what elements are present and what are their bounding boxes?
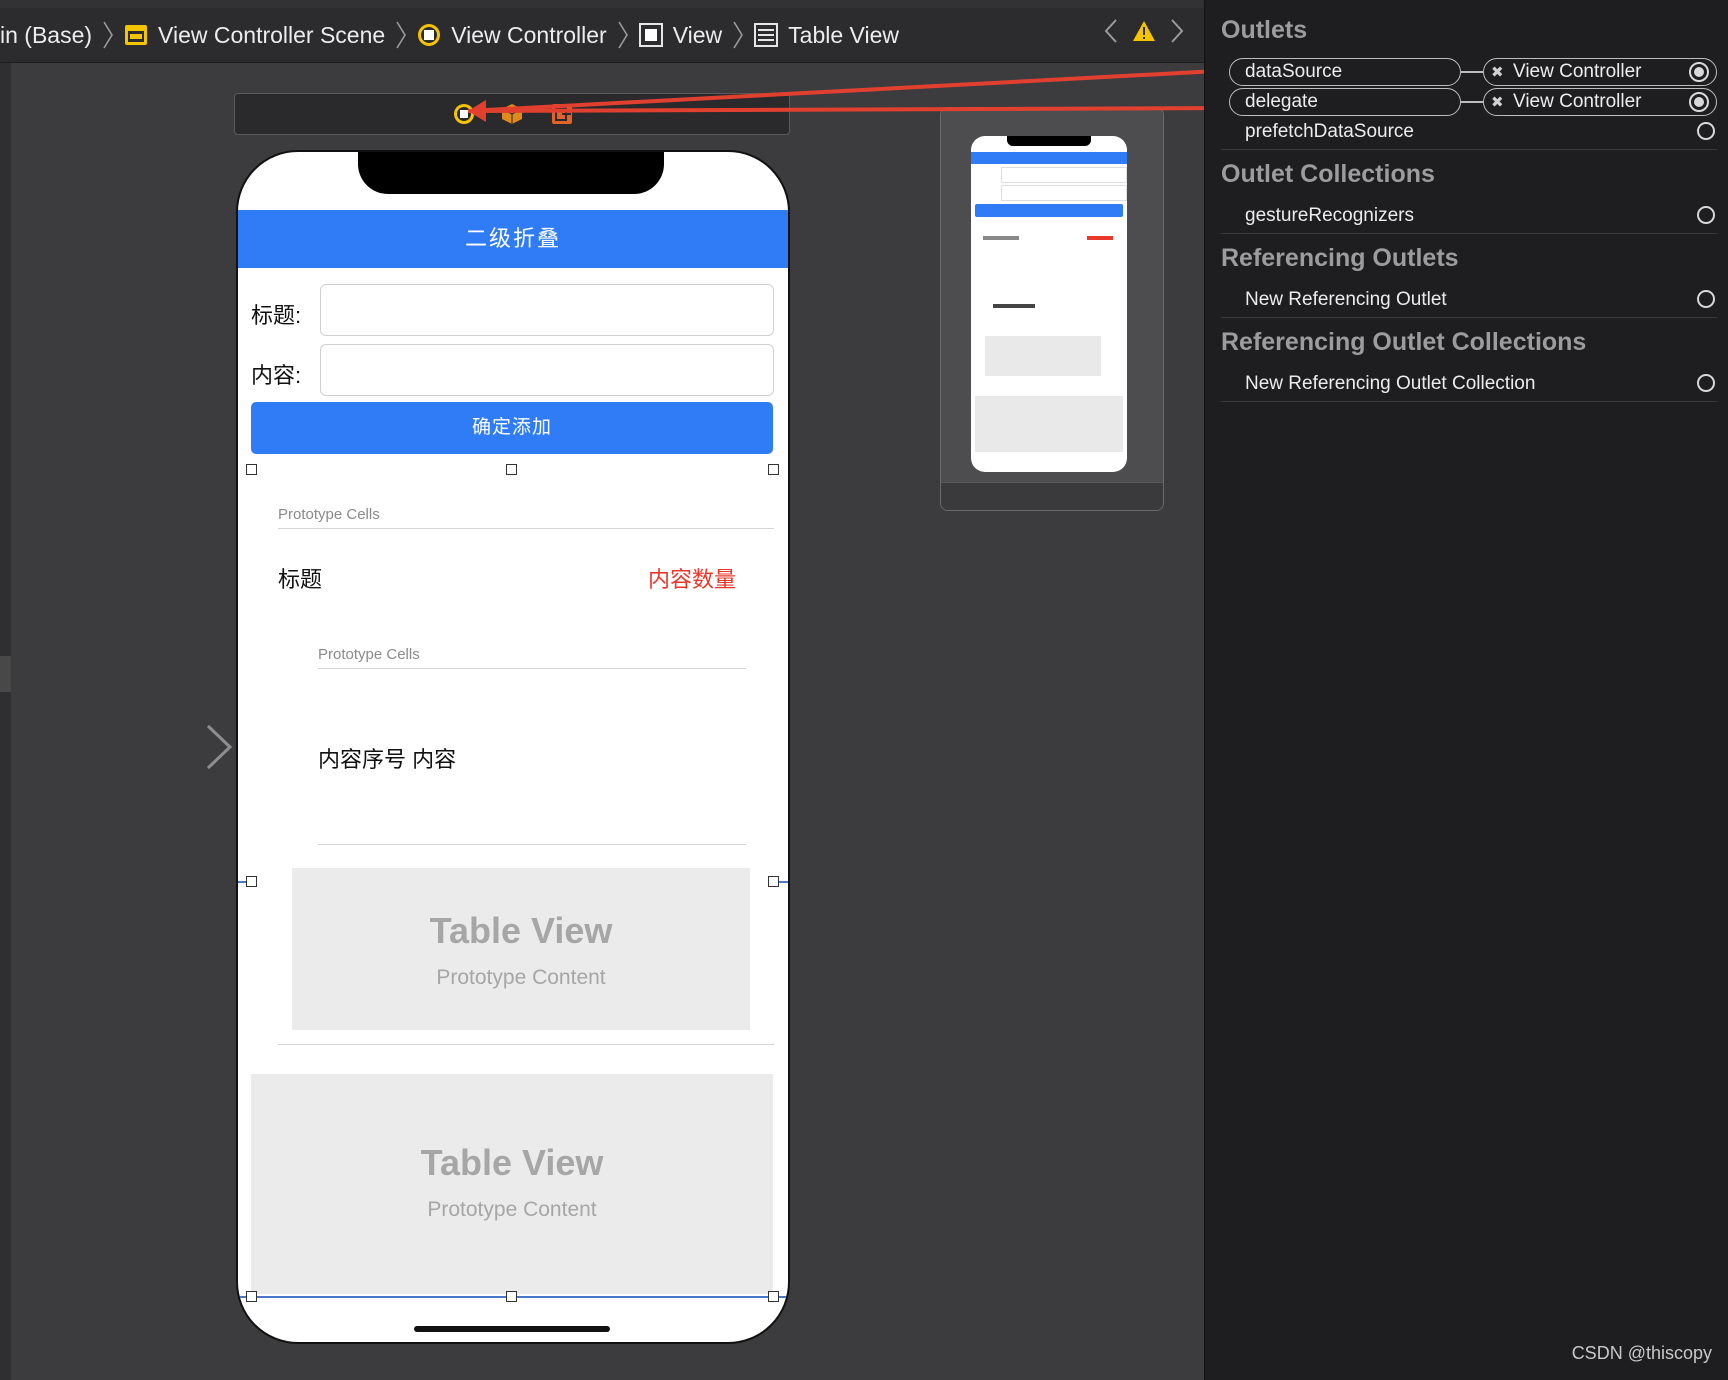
- cell-title-label: 标题: [278, 567, 323, 592]
- inner-cell-label: 内容序号 内容: [318, 747, 457, 772]
- mini-outer-table-placeholder: [975, 396, 1123, 452]
- inner-prototype-cells-header: Prototype Cells: [318, 646, 420, 663]
- resize-handle[interactable]: [246, 464, 257, 475]
- remove-connection-icon[interactable]: ✖: [1491, 93, 1504, 111]
- divider: [1221, 233, 1717, 234]
- inner-table-view-placeholder: Table View Prototype Content: [292, 868, 750, 1030]
- content-label: 内容:: [251, 363, 302, 388]
- new-referencing-collection-name: New Referencing Outlet Collection: [1245, 373, 1536, 394]
- outlet-prefetch-name: prefetchDataSource: [1245, 121, 1414, 142]
- home-indicator: [414, 1326, 610, 1332]
- mini-text-line: [1087, 236, 1113, 240]
- selection-edge: [238, 881, 246, 883]
- divider: [1221, 401, 1717, 402]
- outlet-delegate-name: delegate: [1245, 91, 1318, 112]
- content-input[interactable]: [320, 344, 774, 396]
- connection-line: [1461, 101, 1483, 103]
- outer-prototype-cells-header: Prototype Cells: [278, 506, 380, 523]
- mini-content-field: [1001, 185, 1127, 201]
- outlet-datasource-target: View Controller: [1513, 61, 1642, 82]
- resize-handle[interactable]: [506, 464, 517, 475]
- outlet-collections-header: Outlet Collections: [1221, 160, 1435, 188]
- left-gutter-marker: [0, 656, 11, 692]
- resize-handle[interactable]: [246, 876, 257, 887]
- outlet-datasource-name: dataSource: [1245, 61, 1343, 82]
- entry-point-arrow-icon[interactable]: [100, 722, 234, 772]
- divider: [1221, 317, 1717, 318]
- confirm-add-button[interactable]: 确定添加: [251, 402, 773, 454]
- resize-handle[interactable]: [768, 1291, 779, 1302]
- connection-circle-icon[interactable]: [1697, 206, 1715, 224]
- mini-title-field: [1001, 167, 1127, 183]
- connection-circle-icon[interactable]: [1697, 374, 1715, 392]
- outlet-delegate-target: View Controller: [1513, 91, 1642, 112]
- outlets-header: Outlets: [1221, 16, 1308, 44]
- mini-text-line: [993, 304, 1035, 308]
- outer-table-view-placeholder: Table View Prototype Content: [251, 1074, 773, 1294]
- mini-preview-footer: [941, 482, 1163, 510]
- title-label: 标题:: [251, 303, 302, 328]
- mini-phone: [971, 136, 1127, 472]
- title-input[interactable]: [320, 284, 774, 336]
- resize-handle[interactable]: [246, 1291, 257, 1302]
- referencing-collections-header: Referencing Outlet Collections: [1221, 328, 1587, 356]
- iphone-scene: 二级折叠 标题: 内容: 确定添加 Prototype Cells 标题 内容数…: [236, 150, 790, 1344]
- connections-inspector: Outlets dataSource ✖ View Controller del…: [1204, 0, 1728, 1380]
- outer-table-view-title: Table View: [420, 1142, 604, 1183]
- connection-line: [1461, 71, 1483, 73]
- gesture-recognizers-name: gestureRecognizers: [1245, 205, 1414, 226]
- connection-circle-icon[interactable]: [1697, 122, 1715, 140]
- referencing-outlets-header: Referencing Outlets: [1221, 244, 1459, 272]
- divider: [1221, 149, 1717, 150]
- divider: [318, 668, 746, 669]
- left-gutter: [0, 63, 11, 1380]
- mini-text-line: [983, 236, 1019, 240]
- mini-add-button: [975, 204, 1123, 217]
- phone-notch: [358, 152, 664, 194]
- inner-table-view-title: Table View: [429, 910, 613, 951]
- resize-handle[interactable]: [768, 464, 779, 475]
- divider: [278, 1044, 774, 1045]
- resize-handle[interactable]: [506, 1291, 517, 1302]
- outlet-connection-arrows: [467, 68, 1237, 122]
- remove-connection-icon[interactable]: ✖: [1491, 63, 1504, 81]
- scene-mini-preview[interactable]: [940, 107, 1164, 511]
- connection-circle-icon[interactable]: [1697, 290, 1715, 308]
- selection-edge: [779, 881, 788, 883]
- inner-table-view-subtitle: Prototype Content: [436, 966, 606, 989]
- outer-table-view-subtitle: Prototype Content: [427, 1198, 597, 1221]
- watermark: CSDN @thiscopy: [1571, 1343, 1712, 1363]
- divider: [318, 844, 746, 845]
- mini-inner-table-placeholder: [985, 336, 1101, 376]
- cell-count-label: 内容数量: [648, 567, 737, 592]
- divider: [278, 528, 774, 529]
- connected-circle-icon[interactable]: [1689, 62, 1709, 82]
- connected-circle-icon[interactable]: [1689, 92, 1709, 112]
- resize-handle[interactable]: [768, 876, 779, 887]
- nav-title-bar: 二级折叠: [238, 210, 788, 268]
- mini-nav-bar: [971, 152, 1127, 164]
- new-referencing-outlet-name: New Referencing Outlet: [1245, 289, 1447, 310]
